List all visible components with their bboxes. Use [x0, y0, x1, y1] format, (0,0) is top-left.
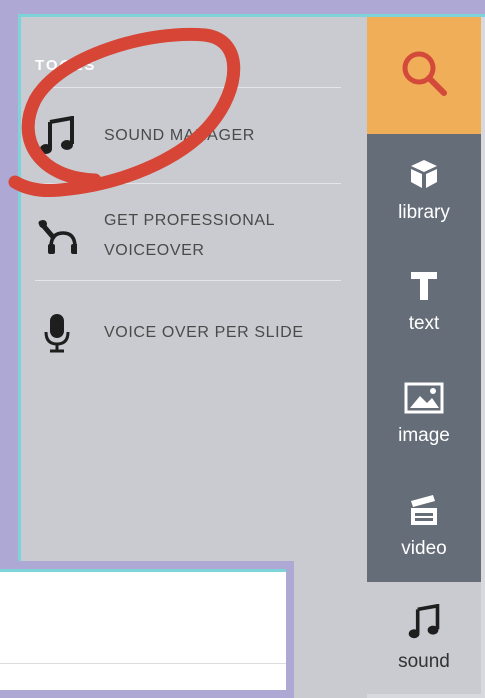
divider: [35, 280, 341, 281]
text-t-icon: [409, 270, 439, 307]
tab-library[interactable]: library: [367, 134, 481, 246]
voice-over-per-slide-item[interactable]: VOICE OVER PER SLIDE: [35, 311, 345, 355]
image-icon: [404, 382, 444, 419]
sound-manager-label: SOUND MANAGER: [104, 127, 255, 144]
voiceover-icon: [35, 214, 79, 258]
music-note-icon: [407, 603, 441, 645]
tab-text[interactable]: text: [367, 246, 481, 358]
divider: [35, 87, 341, 88]
clapperboard-icon: [407, 493, 441, 532]
divider: [35, 183, 341, 184]
cube-icon: [407, 157, 441, 196]
tab-label: image: [398, 424, 450, 446]
tab-label: video: [401, 537, 447, 559]
sidebar: library text image video sound: [367, 17, 485, 698]
tab-label: library: [398, 201, 450, 223]
professional-voiceover-label: GET PROFESSIONAL VOICEOVER: [104, 212, 275, 259]
divider: [0, 663, 286, 664]
sound-manager-item[interactable]: SOUND MANAGER: [35, 114, 345, 158]
popup-window: [0, 561, 294, 698]
tab-video[interactable]: video: [367, 470, 481, 582]
tab-label: text: [408, 312, 440, 334]
music-note-icon: [35, 114, 79, 158]
search-button[interactable]: [367, 17, 481, 134]
panel-title: TOOLS: [35, 57, 97, 74]
search-icon: [396, 45, 452, 106]
microphone-icon: [35, 311, 79, 355]
tab-image[interactable]: image: [367, 358, 481, 470]
tab-sound[interactable]: sound: [367, 582, 481, 694]
voice-over-per-slide-label: VOICE OVER PER SLIDE: [104, 324, 304, 341]
tab-label: sound: [398, 650, 450, 672]
professional-voiceover-item[interactable]: GET PROFESSIONAL VOICEOVER: [35, 206, 345, 266]
